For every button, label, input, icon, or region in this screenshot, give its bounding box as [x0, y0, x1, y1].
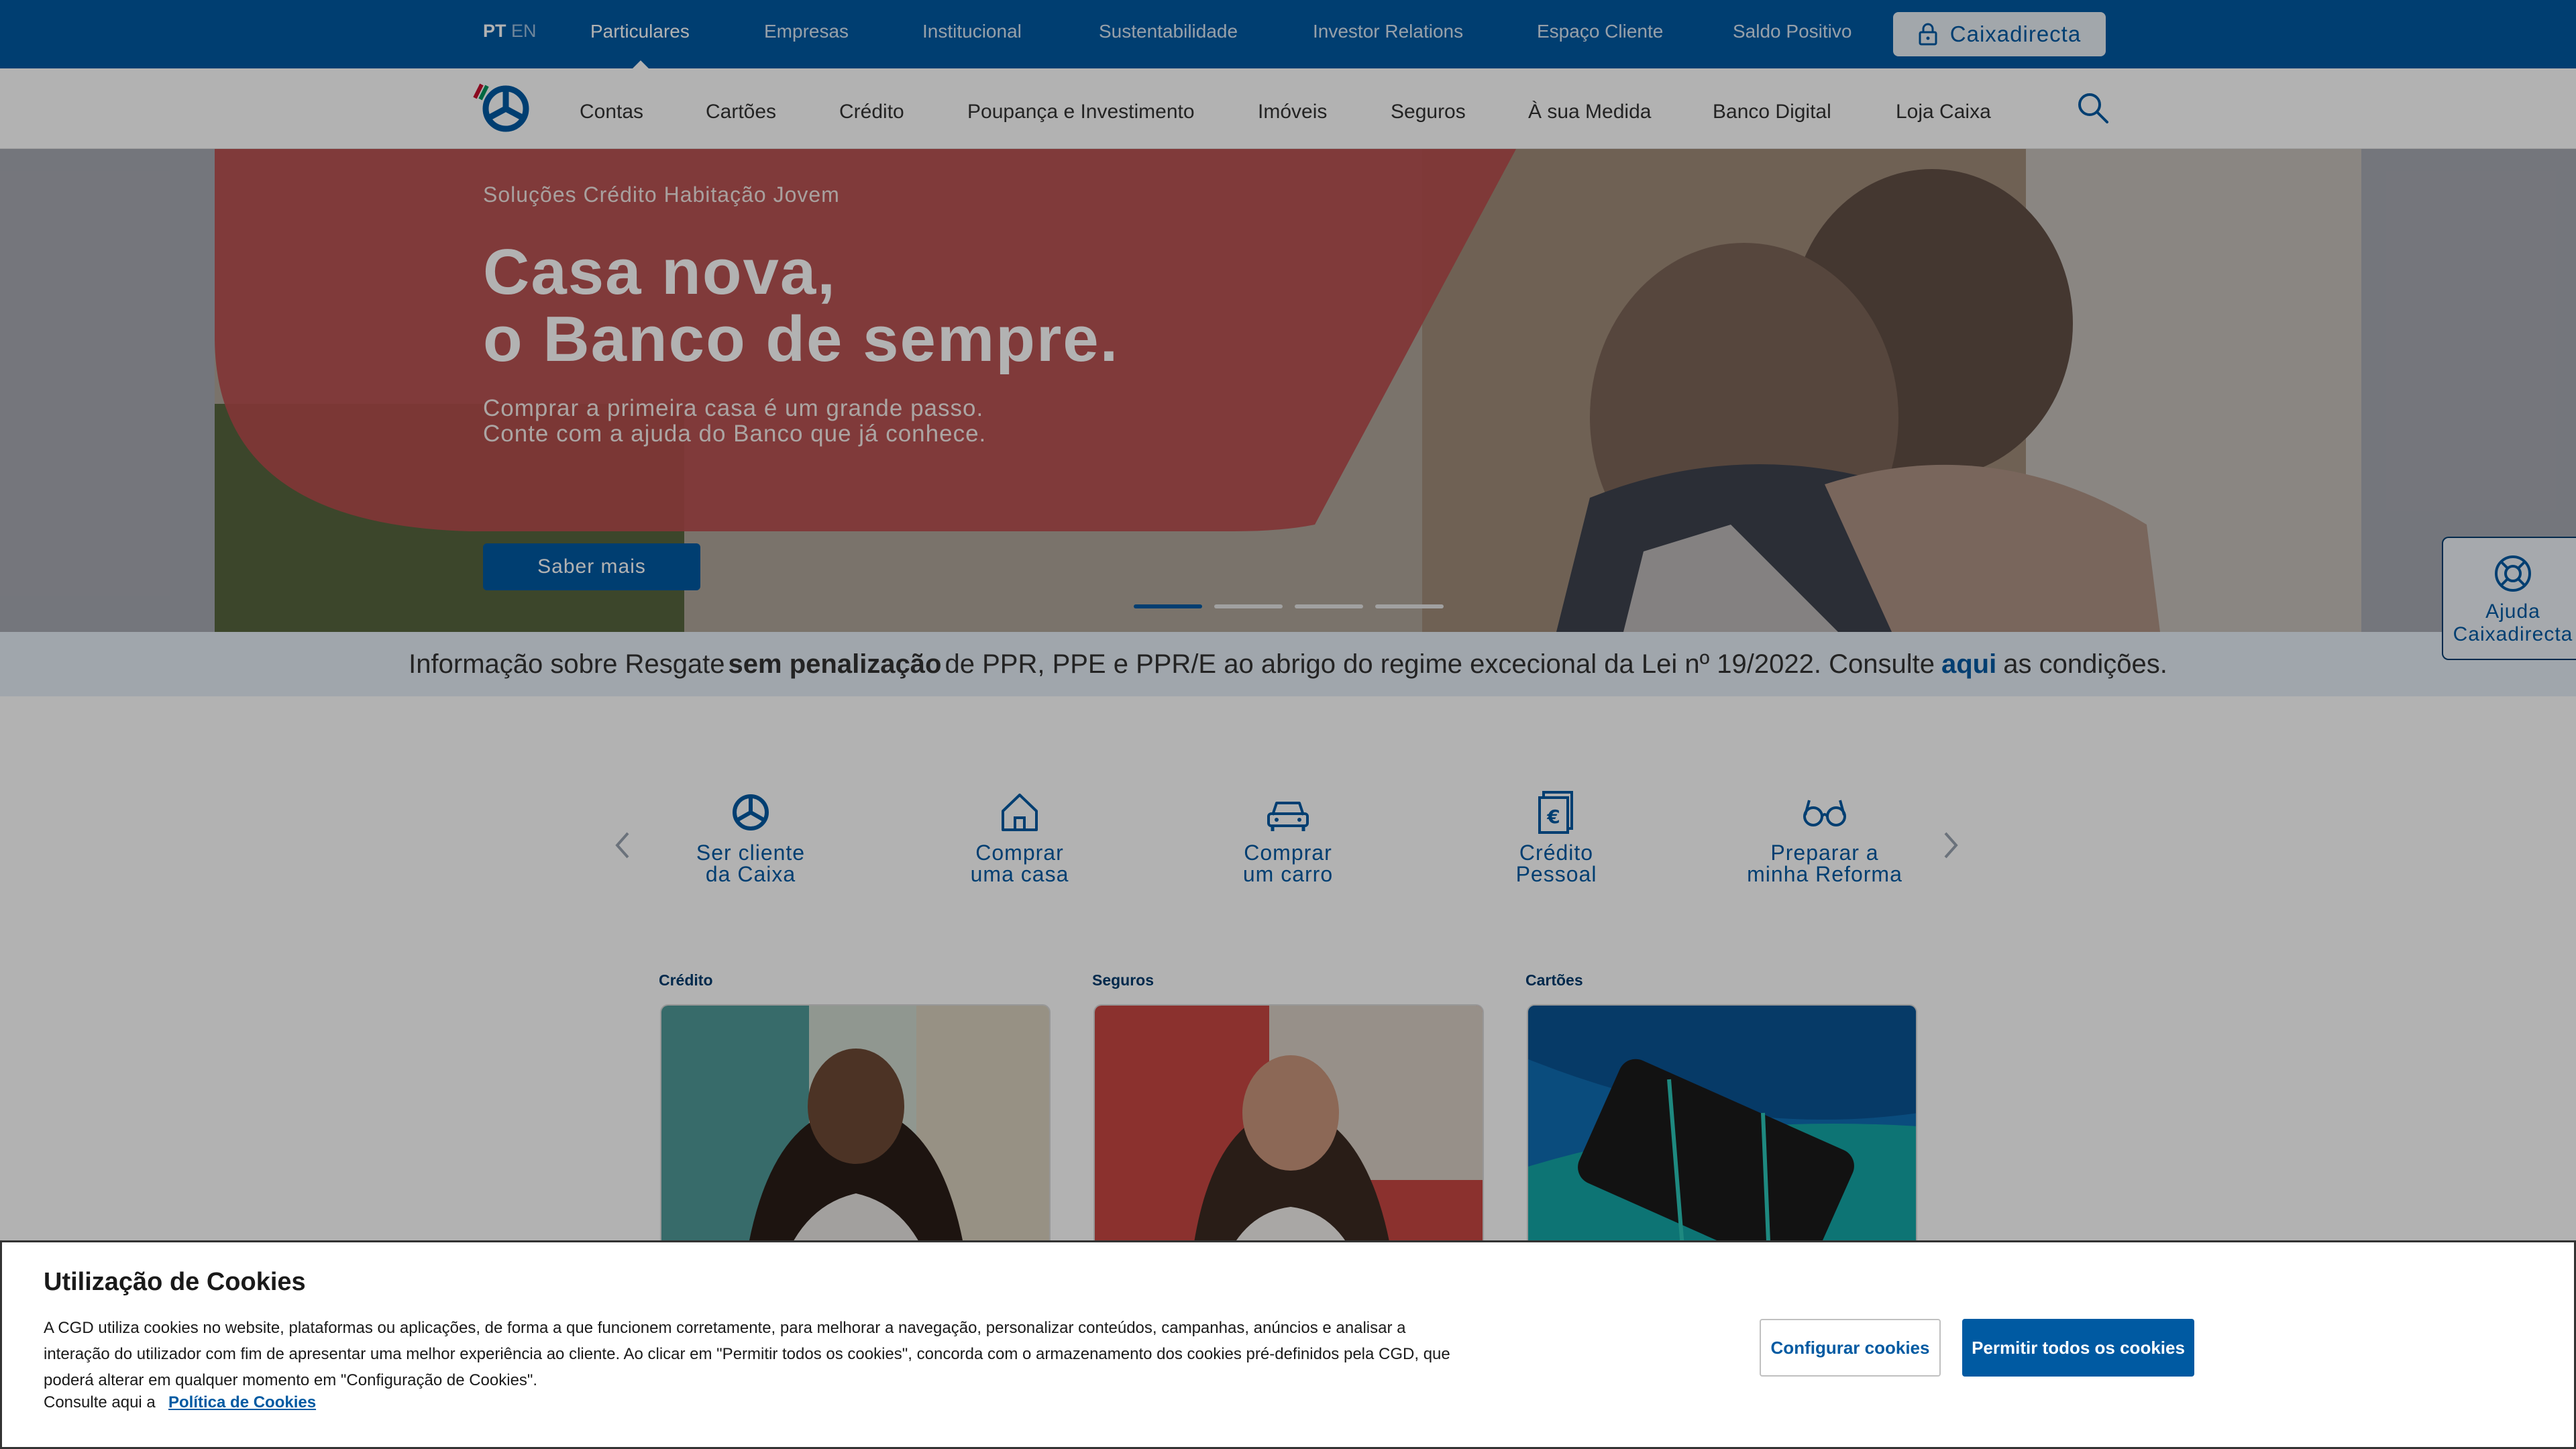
configure-cookies-button[interactable]: Configurar cookies [1760, 1319, 1941, 1377]
cookie-title: Utilização de Cookies [44, 1268, 306, 1296]
cookie-description: A CGD utiliza cookies no website, plataf… [44, 1319, 1450, 1389]
cookie-consult-text: Consulte aqui a [44, 1393, 156, 1411]
allow-all-cookies-button[interactable]: Permitir todos os cookies [1962, 1319, 2194, 1377]
cookie-policy-link[interactable]: Política de Cookies [168, 1393, 316, 1412]
cookie-banner: Utilização de Cookies A CGD utiliza cook… [0, 1240, 2576, 1449]
modal-overlay [0, 0, 2576, 1449]
